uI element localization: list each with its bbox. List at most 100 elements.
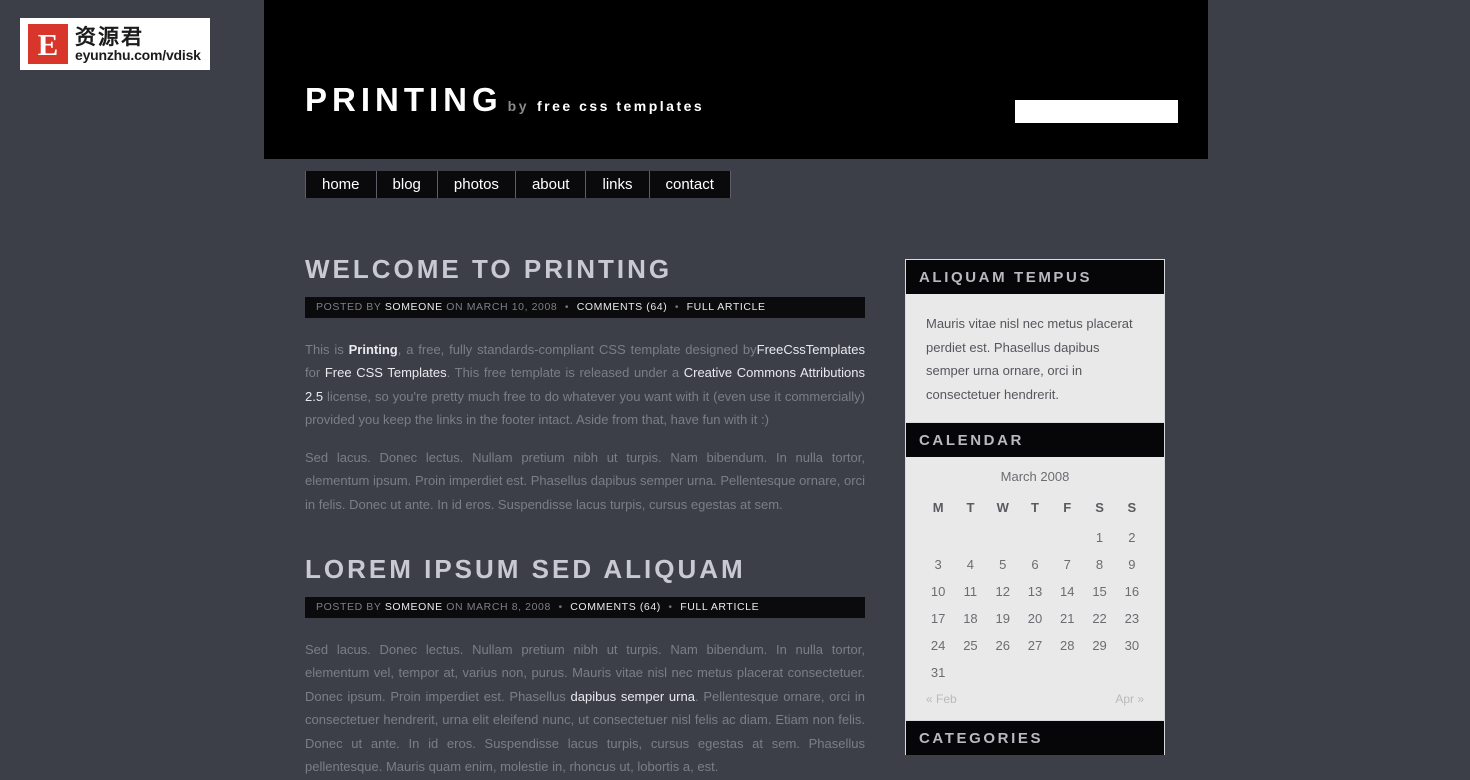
- calendar-day-cell[interactable]: 29: [1083, 632, 1115, 659]
- calendar-day-cell[interactable]: 1: [1083, 524, 1115, 551]
- main-navigation: home blog photos about links contact: [305, 171, 731, 198]
- calendar-day-cell[interactable]: 21: [1051, 605, 1083, 632]
- post-inline-link[interactable]: dapibus semper urna: [571, 689, 695, 704]
- nav-item-home[interactable]: home: [306, 171, 377, 198]
- calendar-body: March 2008 MTWTFSS 1 2 3 4 5 6 7 8 9 10 11 12 13 14 15…: [905, 457, 1165, 720]
- calendar-prev-month-link[interactable]: « Feb: [926, 692, 957, 706]
- calendar-next-month-link[interactable]: Apr »: [1115, 692, 1144, 706]
- post-meta-author[interactable]: SOMEONE: [385, 601, 443, 613]
- calendar-weekday: F: [1063, 500, 1072, 515]
- calendar-empty-cell: [1116, 659, 1148, 686]
- calendar-empty-cell: [987, 524, 1019, 551]
- calendar-weekday: S: [1095, 500, 1104, 515]
- post-paragraph: Sed lacus. Donec lectus. Nullam pretium …: [305, 449, 865, 512]
- post-paragraph: Sed lacus. Donec lectus. Nullam pretium …: [305, 641, 865, 775]
- calendar-day-cell[interactable]: 23: [1116, 605, 1148, 632]
- aliquam-tempus-text: Mauris vitae nisl nec metus placerat per…: [926, 316, 1133, 402]
- calendar-day-cell[interactable]: 7: [1051, 551, 1083, 578]
- calendar-empty-cell: [954, 659, 986, 686]
- watermark-overlay: E 资源君 eyunzhu.com/vdisk: [20, 18, 210, 70]
- calendar-day-cell[interactable]: 9: [1116, 551, 1148, 578]
- post-meta-separator: •: [558, 600, 563, 613]
- calendar-day-cell[interactable]: 5: [987, 551, 1019, 578]
- calendar-empty-cell: [1051, 524, 1083, 551]
- post-meta-date: ON MARCH 10, 2008: [442, 300, 561, 313]
- calendar-day-cell[interactable]: 14: [1051, 578, 1083, 605]
- calendar-day-cell[interactable]: 22: [1083, 605, 1115, 632]
- calendar-empty-cell: [987, 659, 1019, 686]
- calendar-day-cell[interactable]: 25: [954, 632, 986, 659]
- page-root: PRINTING by free css templates home blog p…: [0, 0, 1470, 780]
- calendar-day-cell[interactable]: 31: [922, 659, 954, 686]
- sidebar: ALIQUAM TEMPUS Mauris vitae nisl nec met…: [905, 259, 1165, 755]
- calendar-day-cell[interactable]: 4: [954, 551, 986, 578]
- calendar-week-row: 12: [922, 524, 1148, 551]
- nav-item-links[interactable]: links: [586, 171, 650, 198]
- calendar-weekday: T: [966, 500, 975, 515]
- nav-item-about[interactable]: about: [515, 171, 587, 198]
- sidebar-box-calendar: CALENDAR March 2008 MTWTFSS 1 2 3 4 5 6 7 8 9 10 1…: [905, 422, 1165, 720]
- calendar-day-cell[interactable]: 12: [987, 578, 1019, 605]
- post-meta-comments-link[interactable]: COMMENTS (64): [573, 301, 671, 313]
- post-body: Sed lacus. Donec lectus. Nullam pretium …: [305, 638, 865, 779]
- post-meta-comments-link[interactable]: COMMENTS (64): [567, 601, 665, 613]
- sidebar-box-aliquam-tempus: ALIQUAM TEMPUS Mauris vitae nisl nec met…: [905, 259, 1165, 422]
- calendar-day-cell[interactable]: 27: [1019, 632, 1051, 659]
- calendar-day-cell[interactable]: 20: [1019, 605, 1051, 632]
- categories-heading: CATEGORIES: [905, 720, 1165, 755]
- calendar-table: March 2008 MTWTFSS 1 2 3 4 5 6 7 8 9 10 11 12 13 14 15…: [922, 469, 1148, 686]
- calendar-day-cell[interactable]: 6: [1019, 551, 1051, 578]
- post-meta-separator: •: [674, 300, 680, 313]
- calendar-empty-cell: [954, 524, 986, 551]
- site-logo[interactable]: PRINTING by free css templates: [305, 83, 704, 116]
- calendar-weekday: S: [1127, 500, 1137, 515]
- main-content: WELCOME TO PRINTING POSTED BY SOMEONE ON …: [305, 255, 865, 780]
- nav-item-contact[interactable]: contact: [649, 171, 731, 198]
- calendar-navigation: « Feb Apr »: [922, 686, 1148, 714]
- calendar-day-cell[interactable]: 2: [1116, 524, 1148, 551]
- nav-item-blog[interactable]: blog: [376, 171, 438, 198]
- calendar-day-cell[interactable]: 8: [1083, 551, 1115, 578]
- calendar-empty-cell: [1083, 659, 1115, 686]
- post-title: WELCOME TO PRINTING: [305, 254, 673, 284]
- logo-main-text: PRINTING: [305, 81, 503, 118]
- calendar-day-cell[interactable]: 17: [922, 605, 954, 632]
- watermark-logo-icon: E: [28, 24, 68, 64]
- search-input[interactable]: [1015, 100, 1178, 123]
- post-meta-full-article-link[interactable]: FULL ARTICLE: [683, 301, 766, 313]
- nav-item-photos[interactable]: photos: [437, 171, 516, 198]
- post-body: This is Printing, a free, fully standard…: [305, 338, 865, 517]
- calendar-caption: March 2008: [1000, 469, 1070, 484]
- calendar-day-cell[interactable]: 26: [987, 632, 1019, 659]
- calendar-weekday: M: [932, 500, 944, 515]
- post-inline-link[interactable]: Free CSS Templates: [325, 365, 447, 380]
- watermark-text-block: 资源君 eyunzhu.com/vdisk: [75, 26, 201, 63]
- calendar-day-cell[interactable]: 30: [1116, 632, 1148, 659]
- post-meta: POSTED BY SOMEONE ON MARCH 10, 2008 • CO…: [305, 296, 865, 318]
- logo-subtitle-text: free css templates: [537, 98, 705, 114]
- aliquam-tempus-heading: ALIQUAM TEMPUS: [905, 259, 1165, 294]
- post-meta-full-article-link[interactable]: FULL ARTICLE: [677, 601, 760, 613]
- post-title: LOREM IPSUM SED ALIQUAM: [305, 554, 746, 585]
- calendar-day-cell[interactable]: 19: [987, 605, 1019, 632]
- calendar-empty-cell: [1019, 524, 1051, 551]
- calendar-heading: CALENDAR: [905, 422, 1165, 457]
- calendar-day-cell[interactable]: 13: [1019, 578, 1051, 605]
- post-inline-link[interactable]: FreeCssTemplates: [757, 342, 865, 357]
- calendar-day-cell[interactable]: 11: [954, 578, 986, 605]
- calendar-day-cell[interactable]: 3: [922, 551, 954, 578]
- calendar-day-cell[interactable]: 28: [1051, 632, 1083, 659]
- calendar-empty-cell: [1051, 659, 1083, 686]
- watermark-url-text: eyunzhu.com/vdisk: [75, 46, 201, 63]
- calendar-day-cell[interactable]: 16: [1116, 578, 1148, 605]
- sidebar-box-categories: CATEGORIES: [905, 720, 1165, 755]
- post-meta-posted-label: POSTED BY: [316, 300, 385, 313]
- calendar-day-cell[interactable]: 10: [922, 578, 954, 605]
- post-meta-posted-label: POSTED BY: [316, 600, 385, 613]
- calendar-day-cell[interactable]: 15: [1083, 578, 1115, 605]
- post-meta-date: ON MARCH 8, 2008: [442, 600, 555, 613]
- aliquam-tempus-body: Mauris vitae nisl nec metus placerat per…: [905, 294, 1165, 422]
- calendar-day-cell[interactable]: 24: [922, 632, 954, 659]
- post-meta-author[interactable]: SOMEONE: [385, 301, 443, 313]
- calendar-day-cell[interactable]: 18: [954, 605, 986, 632]
